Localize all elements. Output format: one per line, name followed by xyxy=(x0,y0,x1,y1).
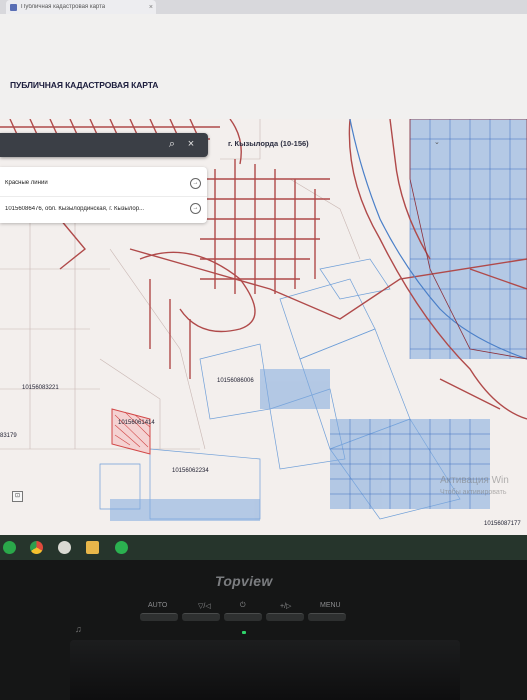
up-button[interactable] xyxy=(266,613,304,621)
favicon-icon xyxy=(10,3,17,11)
monitor-stand xyxy=(70,640,460,700)
result-label: 10156086476, обл. Кызылординская, г. Кыз… xyxy=(5,205,145,212)
search-panel: ⌕ × xyxy=(0,133,208,157)
close-icon[interactable]: × xyxy=(184,137,198,151)
control-label-down: ▽/◁ xyxy=(198,603,211,610)
tab-close-icon[interactable]: × xyxy=(149,4,156,11)
headphone-icon: ♫ xyxy=(75,624,82,634)
down-button[interactable] xyxy=(182,613,220,621)
menu-button[interactable] xyxy=(308,613,346,621)
chevron-down-icon[interactable]: ⌄ xyxy=(434,138,442,146)
result-label: Красные линии xyxy=(5,180,48,186)
tool-app-icon[interactable] xyxy=(58,541,71,554)
auto-button[interactable] xyxy=(140,613,178,621)
search-input[interactable] xyxy=(6,137,160,155)
highlighted-parcel xyxy=(111,408,151,455)
chrome-icon[interactable] xyxy=(30,541,43,554)
control-label-power: ⏻ xyxy=(240,602,246,609)
search-icon[interactable]: ⌕ xyxy=(165,137,179,151)
browser-tab-bar: Публичная кадастровая карта × xyxy=(0,0,527,15)
brand-logo: Topview xyxy=(215,573,273,589)
parcel-label[interactable]: 10156087177 xyxy=(484,521,521,527)
browser-tab[interactable]: Публичная кадастровая карта × xyxy=(6,0,156,14)
taskbar-app-icon-2[interactable] xyxy=(115,541,128,554)
control-label-menu: MENU xyxy=(320,602,341,609)
parcel-label[interactable]: 10156062234 xyxy=(172,468,209,474)
result-item-parcel[interactable]: 10156086476, обл. Кызылординская, г. Кыз… xyxy=(0,196,207,220)
search-results: Красные линии → 10156086476, обл. Кызыло… xyxy=(0,167,207,223)
control-label-auto: AUTO xyxy=(148,602,168,609)
parcel-label[interactable]: 10156083221 xyxy=(22,385,59,391)
region-select[interactable]: г. Кызылорда (10-156) ⌄ xyxy=(222,133,446,153)
control-label-up: +/▷ xyxy=(280,603,292,610)
arrow-right-icon[interactable]: → xyxy=(190,203,201,214)
monitor-screen: Публичная кадастровая карта × ПУБЛИЧНАЯ … xyxy=(0,0,527,560)
parcel-label[interactable]: 10156061414 xyxy=(118,420,155,426)
parcel-label[interactable]: 10156086006 xyxy=(217,378,254,384)
folder-icon[interactable] xyxy=(86,541,99,554)
arrow-right-icon[interactable]: → xyxy=(190,177,201,189)
app-header: ПУБЛИЧНАЯ КАДАСТРОВАЯ КАРТА xyxy=(0,14,527,120)
tab-title: Публичная кадастровая карта xyxy=(21,4,106,10)
power-led xyxy=(242,631,246,634)
page-title: ПУБЛИЧНАЯ КАДАСТРОВАЯ КАРТА xyxy=(10,80,159,90)
windows-activation-watermark: Активация Win xyxy=(440,475,509,486)
map-tool-icon[interactable]: ⊡ xyxy=(12,491,23,502)
result-item-red-lines[interactable]: Красные линии → xyxy=(0,171,207,195)
region-label: г. Кызылорда (10-156) xyxy=(228,138,309,148)
windows-activation-watermark-sub: Чтобы активировать xyxy=(440,489,507,496)
taskbar xyxy=(0,535,527,560)
parcel-label[interactable]: 83179 xyxy=(0,433,17,439)
taskbar-app-icon[interactable] xyxy=(3,541,16,554)
power-button[interactable] xyxy=(224,613,262,621)
